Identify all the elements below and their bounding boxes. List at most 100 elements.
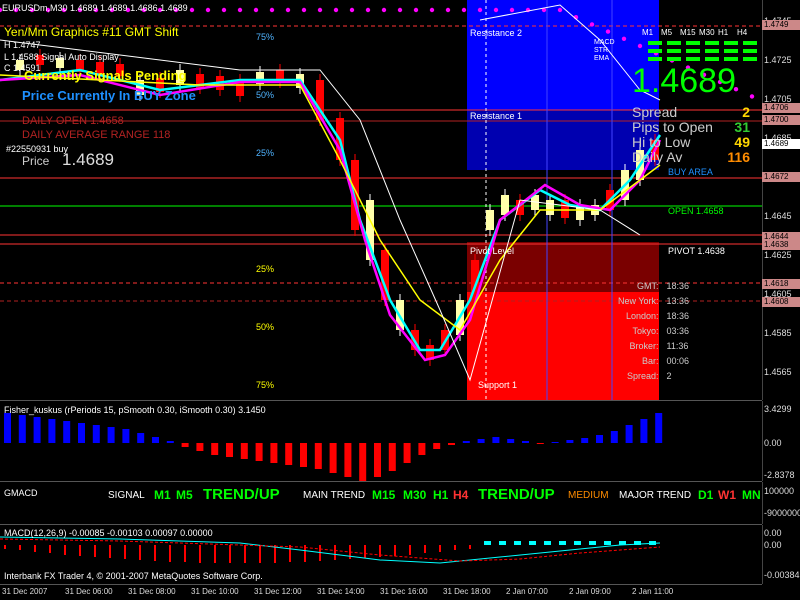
time-row: Bar: 00:06 [614,353,693,368]
fib-50-bot: 50% [256,322,275,332]
macd-bar [229,545,231,563]
price-label: Price [22,154,50,168]
fisher-bar [329,443,337,473]
time-zone-label: Tokyo: [632,325,659,336]
macd-bar [544,541,551,545]
fisher-bar [240,443,248,459]
macd-bar [529,541,536,545]
overlay-low: L 1.4588 Signal Auto Display [4,52,119,62]
macd-bar [439,545,441,552]
time-tick: 2 Jan 07:00 [506,587,548,596]
fisher-bar [536,443,544,444]
gmacd-title: GMACD [4,488,38,498]
macd-pane[interactable]: MACD(12,26,9) -0.00085 -0.00103 0.00097 … [0,525,762,585]
macd-bar [559,541,566,545]
signal-tf-m5: M5 [176,488,193,502]
dot-marker [285,7,291,13]
price-tick: 1.4625 [764,250,792,260]
time-table: GMT: 18:36 New York: 13:36 London: 18:36 Tokyo… [614,278,693,383]
fisher-pane[interactable]: Fisher_kuskus (rPeriods 15, pSmooth 0.30… [0,401,762,482]
dot-marker [237,7,243,13]
signals-pending-text: Currently Signals Pending [24,68,187,83]
pivot-level-label: Pivot Level [470,246,515,256]
dot-marker [557,7,563,13]
time-zone-value: 18:36 [666,280,690,291]
price-tick: 1.4725 [764,55,792,65]
signal-cell [705,41,719,45]
time-row: GMT: 18:36 [614,278,693,293]
time-tick: 31 Dec 14:00 [317,587,365,596]
signal-cell [724,57,738,61]
gmacd-pane[interactable]: GMACD SIGNAL M1 M5 TREND/UP MAIN TREND M… [0,482,762,525]
time-tick: 31 Dec 10:00 [191,587,239,596]
fisher-bar [18,415,26,443]
buy-area-label: BUY AREA [668,167,713,177]
macd-bar [79,545,81,556]
tf-header-h1: H1 [718,28,729,37]
gmacd-axis-top: 100000 [764,486,795,496]
stat-label: Pips to Open [632,119,713,135]
tf-header-m1: M1 [642,28,654,37]
stat-label: Spread [632,104,678,120]
price-tick: 1.4645 [764,211,792,221]
resistance-2-label: Resistance 2 [470,28,523,38]
dot-marker [365,7,371,13]
macd-bar [244,545,246,563]
fisher-bar [477,439,485,443]
ticket-label: #22550931 buy [6,144,69,154]
fisher-bar [137,433,145,443]
price-level-box: 1.4608 [762,297,800,307]
stat-value: 2 [742,104,750,120]
fisher-bar [403,443,411,463]
fisher-bar [640,419,648,443]
macd-bar [199,545,201,563]
time-row: London: 18:36 [614,308,693,323]
time-tick: 31 Dec 2007 [2,587,48,596]
macd-bar [34,545,36,552]
dot-marker [413,7,419,13]
macd-axis-top: 0.00 [764,528,782,538]
tf-header-m5: M5 [661,28,673,37]
macd-bar [274,545,276,563]
macd-bar [394,545,396,556]
macd-bar [364,545,366,558]
macd-bar [64,545,66,555]
fisher-bar [33,417,41,443]
signal-cell [743,57,757,61]
macd-bar [214,545,216,563]
price-level-box: 1.4689 [762,139,800,149]
fisher-axis-bot: -2.8378 [764,470,795,480]
macd-bar [514,541,521,545]
macd-bar [169,545,171,562]
dot-marker [445,7,451,13]
main-chart-pane[interactable]: EURUSDm,M30 1.4689 1.4689 1.4686 1.4689 … [0,0,762,401]
fisher-bar [63,421,71,443]
price-level-box: 1.4672 [762,172,800,182]
time-zone-value: 2 [666,370,672,381]
fisher-bar [255,443,263,461]
dot-marker [301,7,307,13]
dot-marker [397,7,403,13]
candle-body [546,200,554,215]
dot-marker [269,7,275,13]
time-row: Broker: 11:36 [614,338,693,353]
time-zone-label: Bar: [642,355,659,366]
time-tick: 31 Dec 06:00 [65,587,113,596]
macd-bar [424,545,426,553]
macd-bar [589,541,596,545]
signal-panel: M1 M5 M15 M30 H1 H4 MACD STR EMA 1.4689 Spread 2… [592,26,762,166]
dot-marker [429,7,435,13]
macd-axis-bot: -0.00384 [764,570,800,580]
resistance-1-label: Resistance 1 [470,111,523,121]
fisher-bar [507,439,515,443]
fisher-bar [448,443,455,445]
daily-open-text: DAILY OPEN 1.4658 [22,115,124,127]
tf-header-h4: H4 [737,28,748,37]
macd-bar [184,545,186,562]
main-tf-h1: H1 [433,488,449,502]
macd-bar [259,545,261,563]
fisher-bar [48,419,56,443]
signal-cell [724,49,738,53]
time-axis[interactable]: 31 Dec 2007 31 Dec 06:00 31 Dec 08:00 31 De… [0,585,800,600]
dot-marker [333,7,339,13]
